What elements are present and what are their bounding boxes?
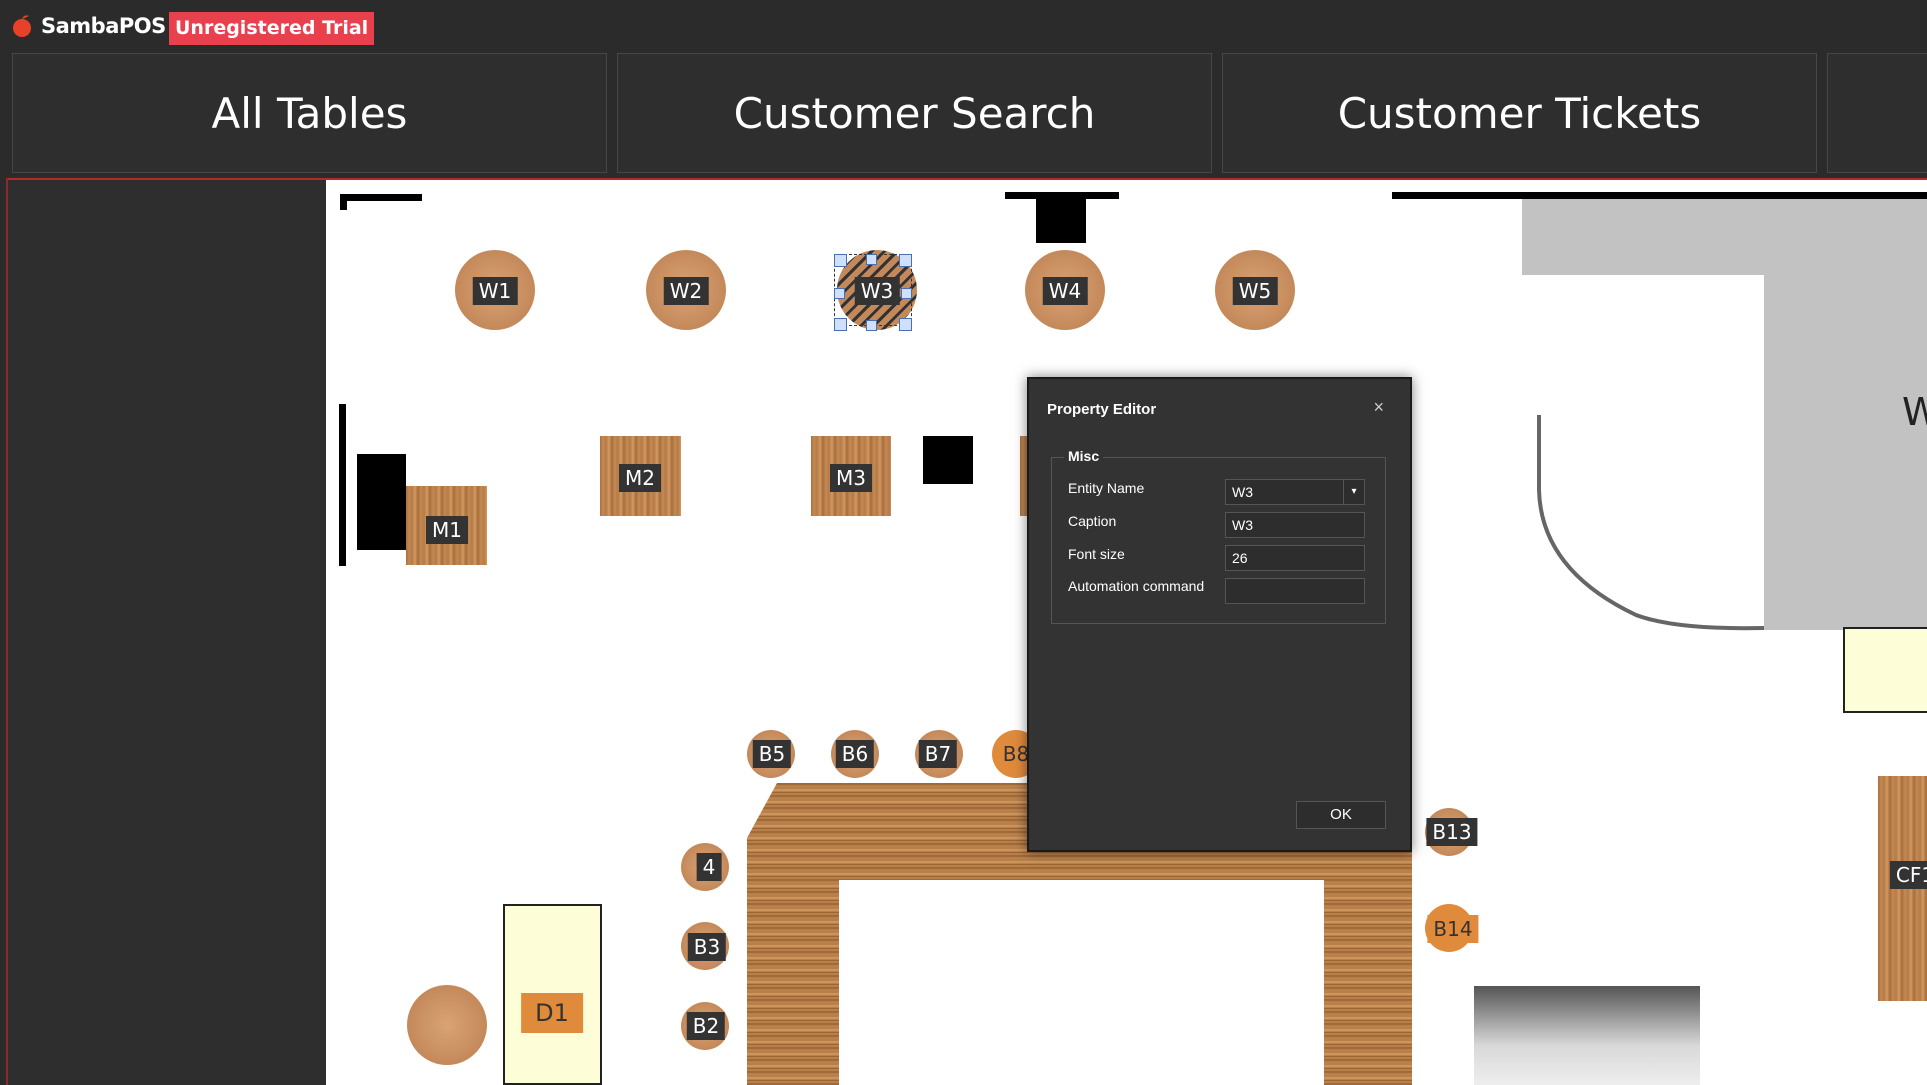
wall <box>1392 192 1927 199</box>
left-panel <box>8 180 326 1085</box>
table-w4-label: W4 <box>1042 277 1088 305</box>
bar-area <box>1764 275 1927 630</box>
table-b14-label: B14 <box>1427 915 1479 943</box>
pillar <box>357 454 406 550</box>
wall <box>339 404 346 566</box>
wall <box>340 194 347 210</box>
table-b13-label: B13 <box>1426 818 1478 846</box>
ok-button[interactable]: OK <box>1296 801 1386 829</box>
resize-handle[interactable] <box>899 318 912 331</box>
resize-handle[interactable] <box>834 288 845 299</box>
dialog-title: Property Editor <box>1047 401 1157 418</box>
table-d1-label: D1 <box>521 993 583 1033</box>
table-w5-label: W5 <box>1232 277 1278 305</box>
caption-field[interactable]: W3 <box>1225 512 1365 538</box>
more-nav-button[interactable] <box>1827 53 1927 173</box>
font-size-label: Font size <box>1068 546 1125 562</box>
wall <box>1005 192 1119 199</box>
customer-search-label: Customer Search <box>733 88 1096 138</box>
app-name: SambaPOS <box>41 14 166 38</box>
resize-handle[interactable] <box>901 288 912 299</box>
resize-handle[interactable] <box>866 320 877 331</box>
area-label: W <box>1902 390 1927 434</box>
table-m1-label: M1 <box>426 516 468 544</box>
automation-command-field[interactable] <box>1225 578 1365 604</box>
table-round[interactable] <box>407 985 487 1065</box>
table-b3-label: B3 <box>687 933 727 961</box>
table-cf1-label: CF1 <box>1889 861 1927 889</box>
title-bar: SambaPOS Unregistered Trial <box>0 0 1927 54</box>
table-b7-label: B7 <box>918 740 958 768</box>
curved-counter <box>1537 415 1765 631</box>
entity-name-label: Entity Name <box>1068 480 1145 496</box>
table-b5-label: B5 <box>752 740 792 768</box>
entity-name-dropdown[interactable]: W3 ▾ <box>1225 479 1365 505</box>
all-tables-label: All Tables <box>211 88 408 138</box>
misc-group: Misc Entity Name W3 ▾ Caption W3 Font si… <box>1051 448 1386 624</box>
pillar <box>923 436 973 484</box>
table-b6-label: B6 <box>835 740 875 768</box>
left-border <box>6 178 8 1085</box>
counter-block <box>1843 627 1927 713</box>
caption-label: Caption <box>1068 513 1117 529</box>
property-editor-dialog: Property Editor × Misc Entity Name W3 ▾ … <box>1027 377 1412 852</box>
table-w1-label: W1 <box>472 277 518 305</box>
resize-handle[interactable] <box>834 254 847 267</box>
resize-handle[interactable] <box>834 318 847 331</box>
resize-handle[interactable] <box>899 254 912 267</box>
table-m3-label: M3 <box>830 464 872 492</box>
gray-block <box>1474 986 1700 1085</box>
sambapos-logo-icon <box>13 15 31 37</box>
table-m2-label: M2 <box>619 464 661 492</box>
automation-command-label: Automation command <box>1068 578 1205 594</box>
customer-tickets-button[interactable]: Customer Tickets <box>1222 53 1817 173</box>
table-b2-label: B2 <box>686 1012 726 1040</box>
group-title: Misc <box>1064 448 1104 464</box>
table-b4-label: 4 <box>696 853 722 881</box>
customer-search-button[interactable]: Customer Search <box>617 53 1212 173</box>
all-tables-button[interactable]: All Tables <box>12 53 607 173</box>
customer-tickets-label: Customer Tickets <box>1337 88 1702 138</box>
entity-name-value: W3 <box>1232 484 1253 500</box>
bar-area <box>1522 199 1927 275</box>
pillar <box>1036 199 1086 243</box>
table-w2-label: W2 <box>663 277 709 305</box>
font-size-field[interactable]: 26 <box>1225 545 1365 571</box>
trial-badge: Unregistered Trial <box>169 12 375 45</box>
wall <box>340 194 422 201</box>
resize-handle[interactable] <box>866 254 877 265</box>
chevron-down-icon[interactable]: ▾ <box>1343 480 1364 504</box>
close-icon[interactable]: × <box>1373 397 1384 418</box>
